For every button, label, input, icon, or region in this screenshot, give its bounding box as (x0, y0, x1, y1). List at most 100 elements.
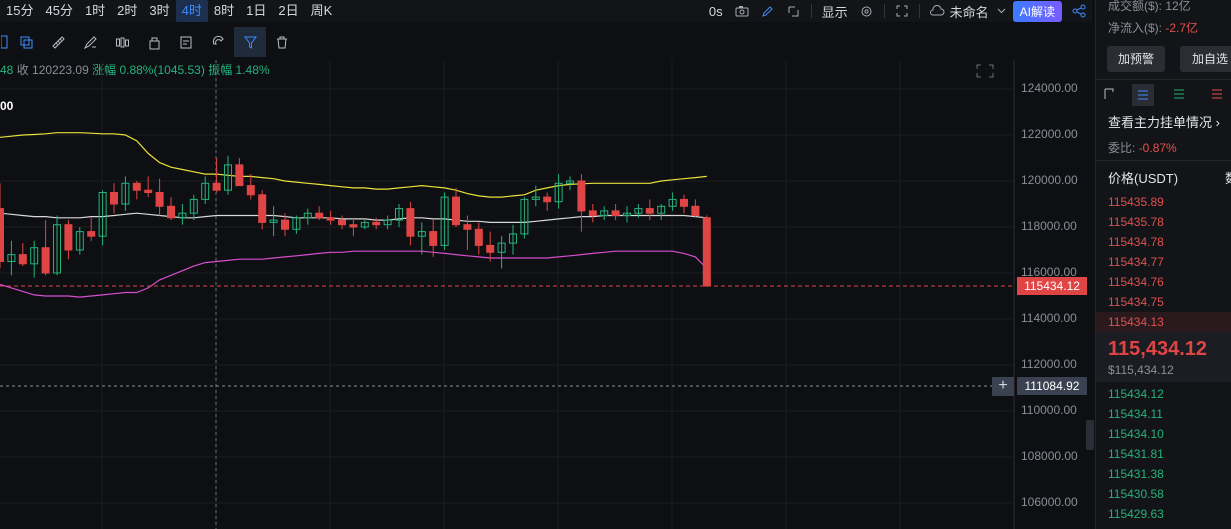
ai-interpret-button[interactable]: AI解读 (1012, 0, 1062, 22)
candle-down (474, 228, 483, 246)
magnet-icon[interactable] (0, 27, 10, 57)
price-axis-label: 124000.00 (1021, 81, 1078, 95)
candles-icon[interactable] (106, 27, 138, 57)
candle-down (246, 185, 255, 196)
last-price: 115,434.12 (1108, 338, 1207, 360)
share-icon[interactable] (1066, 0, 1092, 22)
ask-row[interactable]: 115434.77 (1096, 252, 1231, 272)
timeframe-3h[interactable]: 3时 (143, 0, 175, 22)
timeframe-1w[interactable]: 周K (305, 0, 339, 22)
divider (810, 4, 812, 18)
candle-down (64, 224, 73, 251)
ask-row[interactable]: 115434.13 (1096, 312, 1231, 332)
orderbook-asks-icon[interactable] (1172, 87, 1186, 104)
candle-down (258, 194, 267, 223)
quantity-column-header: 数 (1225, 168, 1231, 187)
candle-down (235, 164, 244, 187)
price-axis-label: 110000.00 (1021, 403, 1077, 417)
orderbook-list-icon[interactable] (1210, 87, 1224, 104)
net-inflow-value: -2.7亿 (1165, 21, 1199, 35)
bid-row[interactable]: 115431.81 (1096, 444, 1231, 464)
candle-down (429, 231, 438, 246)
ask-row[interactable]: 115435.89 (1096, 192, 1231, 212)
timeframe-1h[interactable]: 1时 (79, 0, 111, 22)
chevron-down-icon[interactable] (995, 0, 1009, 22)
lock-icon[interactable] (138, 27, 170, 57)
timeframe-1d[interactable]: 1日 (240, 0, 272, 22)
bid-row[interactable]: 115434.10 (1096, 424, 1231, 444)
price-axis-label: 106000.00 (1021, 495, 1078, 509)
display-button[interactable]: 显示 (816, 2, 854, 21)
last-price-usd: $115,434.12 (1108, 363, 1174, 377)
candle-down (18, 254, 27, 265)
divider (1096, 160, 1231, 161)
crosshair-select-icon[interactable] (781, 0, 807, 22)
net-inflow-label: 净流入($): (1108, 21, 1163, 35)
order-ratio: 委比: -0.87% (1108, 139, 1177, 156)
divider (918, 4, 920, 18)
timeframe-15m[interactable]: 15分 (0, 0, 39, 22)
candle-down (543, 196, 552, 203)
timeframe-45m[interactable]: 45分 (39, 0, 78, 22)
cursor-price-tag: 111084.92 (1017, 377, 1087, 396)
add-watchlist-button[interactable]: 加自选 (1180, 46, 1231, 72)
copy-icon[interactable] (10, 27, 42, 57)
price-axis-label: 118000.00 (1021, 219, 1077, 233)
timeframe-4h[interactable]: 4时 (175, 0, 208, 22)
trash-icon[interactable] (266, 27, 298, 57)
filter-icon[interactable] (234, 27, 266, 57)
cloud-icon[interactable] (924, 0, 950, 22)
settings-icon[interactable] (854, 0, 880, 22)
timeframe-2d[interactable]: 2日 (272, 0, 304, 22)
candle-down (0, 208, 4, 263)
price-chart[interactable] (0, 60, 1092, 529)
ask-row[interactable]: 115435.78 (1096, 212, 1231, 232)
timeframe-8h[interactable]: 8时 (208, 0, 240, 22)
ask-row[interactable]: 115434.76 (1096, 272, 1231, 292)
add-alert-button[interactable]: + (992, 377, 1014, 396)
orderbook-both-icon[interactable] (1102, 86, 1118, 105)
candle-down (452, 196, 460, 226)
layout-name[interactable]: 未命名 (950, 2, 995, 21)
countdown-label: 0s (708, 3, 723, 19)
ask-row[interactable]: 115434.78 (1096, 232, 1231, 252)
magnet-snap-icon[interactable] (202, 27, 234, 57)
timeframe-2h[interactable]: 2时 (111, 0, 143, 22)
candle-down (132, 182, 141, 191)
bid-row[interactable]: 115430.58 (1096, 484, 1231, 504)
orderbook-title-text: 查看主力挂单情况 (1108, 115, 1213, 130)
price-axis-label: 114000.00 (1021, 311, 1077, 325)
candle-down (110, 192, 118, 205)
candle-down (281, 219, 289, 230)
camera-icon[interactable] (729, 0, 755, 22)
last-price-box: 115,434.12 $115,434.12 (1096, 332, 1231, 382)
candle-down (315, 212, 324, 219)
candle-down (406, 208, 415, 237)
timeframe-toolbar: 15分 45分 1时 2时 3时 4时 8时 1日 2日 周K 0s 显示 未命… (0, 0, 1092, 22)
bid-row[interactable]: 115431.38 (1096, 464, 1231, 484)
price-axis-label: 112000.00 (1021, 357, 1077, 371)
ask-row[interactable]: 115434.75 (1096, 292, 1231, 312)
orderbook-title[interactable]: 查看主力挂单情况 › (1108, 112, 1220, 131)
panel-collapse-handle[interactable] (1086, 420, 1094, 450)
edit-note-icon[interactable] (170, 27, 202, 57)
bid-row[interactable]: 115429.63 (1096, 504, 1231, 524)
bid-row[interactable]: 115434.12 (1096, 384, 1231, 404)
pen-icon[interactable] (755, 0, 781, 22)
ruler-icon[interactable] (42, 27, 74, 57)
candle-down (463, 224, 472, 230)
price-axis-label: 108000.00 (1021, 449, 1078, 463)
bollinger-lower-line (0, 250, 708, 298)
add-alert-button[interactable]: 加预警 (1107, 46, 1165, 72)
candle-down (577, 180, 586, 212)
drawing-toolbar (0, 26, 298, 58)
price-axis-label: 120000.00 (1021, 173, 1078, 187)
expand-icon[interactable] (975, 63, 995, 84)
price-axis-label: 122000.00 (1021, 127, 1078, 141)
market-info-panel: 成交额($): 12亿 净流入($): -2.7亿 加预警 加自选 查看主力挂单… (1095, 0, 1231, 529)
fullscreen-icon[interactable] (889, 0, 915, 22)
bid-row[interactable]: 115434.11 (1096, 404, 1231, 424)
brush-icon[interactable] (74, 27, 106, 57)
orderbook-bids-icon[interactable] (1132, 84, 1154, 106)
candle-down (338, 219, 346, 226)
